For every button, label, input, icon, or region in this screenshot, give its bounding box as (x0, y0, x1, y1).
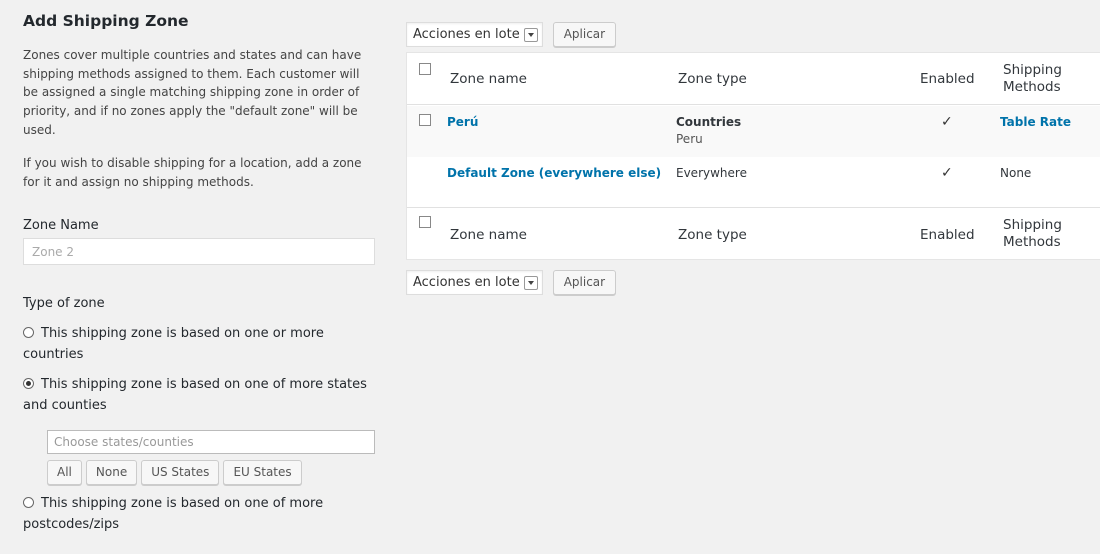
shipping-method-link[interactable]: Table Rate (1000, 115, 1071, 129)
zone-type-value: Everywhere (676, 166, 747, 180)
col-enabled[interactable]: Enabled (920, 71, 975, 87)
col-zone-type[interactable]: Zone type (678, 71, 747, 87)
table-footer: Zone name Zone type Enabled Shipping Met… (407, 207, 1100, 260)
col-shipping-methods-footer[interactable]: Shipping Methods (1003, 217, 1062, 251)
col-zone-name-footer[interactable]: Zone name (450, 227, 527, 243)
eu-states-button[interactable]: EU States (223, 460, 302, 485)
apply-button[interactable]: Aplicar (552, 22, 617, 47)
zone-type-states-label: This shipping zone is based on one of mo… (23, 377, 367, 413)
select-none-button[interactable]: None (85, 460, 138, 485)
bulk-actions-select[interactable]: Acciones en lote (406, 22, 543, 47)
table-row: Default Zone (everywhere else) Everywher… (407, 157, 1100, 207)
zone-type-detail: Peru (676, 132, 703, 146)
col-enabled-footer[interactable]: Enabled (920, 227, 975, 243)
select-all-checkbox-footer[interactable] (419, 216, 431, 228)
chevron-down-icon (523, 275, 538, 290)
bulk-actions-bottom: Acciones en lote Aplicar (406, 270, 617, 295)
chevron-down-icon (523, 27, 538, 42)
col-shipping-methods-line1: Shipping (1003, 62, 1062, 78)
enabled-check-icon: ✓ (941, 114, 953, 130)
zone-type-countries-label: This shipping zone is based on one or mo… (23, 326, 324, 362)
zone-type-cell: Countries Peru (676, 114, 741, 148)
panel-heading: Add Shipping Zone (23, 12, 189, 30)
table-header: Zone name Zone type Enabled Shipping Met… (407, 53, 1100, 105)
disable-shipping-note: If you wish to disable shipping for a lo… (23, 156, 362, 189)
zone-name-link[interactable]: Default Zone (everywhere else) (447, 166, 661, 180)
col-shipping-methods[interactable]: Shipping Methods (1003, 62, 1062, 96)
bulk-actions-value: Acciones en lote (413, 27, 520, 42)
radio-postcodes[interactable] (23, 497, 34, 508)
zone-type-postcodes-label: This shipping zone is based on one of mo… (23, 496, 324, 532)
col-shipping-methods-line2: Methods (1003, 79, 1061, 95)
col-zone-type-footer[interactable]: Zone type (678, 227, 747, 243)
states-counties-input[interactable] (47, 430, 375, 454)
zone-name-link[interactable]: Perú (447, 115, 478, 129)
bulk-actions-top: Acciones en lote Aplicar (406, 22, 617, 47)
zone-type-states-option[interactable]: This shipping zone is based on one of mo… (23, 374, 375, 416)
select-all-checkbox[interactable] (419, 63, 431, 75)
shipping-method-value: None (1000, 166, 1032, 180)
zone-type-countries-option[interactable]: This shipping zone is based on one or mo… (23, 323, 375, 365)
zones-description: Zones cover multiple countries and state… (23, 48, 362, 137)
col-shipping-methods-line1: Shipping (1003, 217, 1062, 233)
us-states-button[interactable]: US States (141, 460, 220, 485)
zone-name-input[interactable] (23, 238, 375, 265)
col-shipping-methods-line2: Methods (1003, 234, 1061, 250)
table-row: Perú Countries Peru ✓ Table Rate (407, 106, 1100, 157)
apply-button-bottom[interactable]: Aplicar (552, 270, 617, 295)
bulk-actions-select-bottom[interactable]: Acciones en lote (406, 270, 543, 295)
row-checkbox[interactable] (419, 114, 431, 126)
radio-states[interactable] (23, 378, 34, 389)
zones-table: Zone name Zone type Enabled Shipping Met… (406, 52, 1100, 260)
zone-name-label: Zone Name (23, 218, 99, 233)
zone-type-value: Countries (676, 115, 742, 129)
col-zone-name[interactable]: Zone name (450, 71, 527, 87)
enabled-check-icon: ✓ (941, 165, 953, 181)
zone-type-postcodes-option[interactable]: This shipping zone is based on one of mo… (23, 493, 375, 535)
state-shortcut-buttons: All None US States EU States (47, 460, 302, 485)
zone-type-label: Type of zone (23, 296, 105, 311)
select-all-button[interactable]: All (47, 460, 82, 485)
bulk-actions-value: Acciones en lote (413, 275, 520, 290)
radio-countries[interactable] (23, 327, 34, 338)
